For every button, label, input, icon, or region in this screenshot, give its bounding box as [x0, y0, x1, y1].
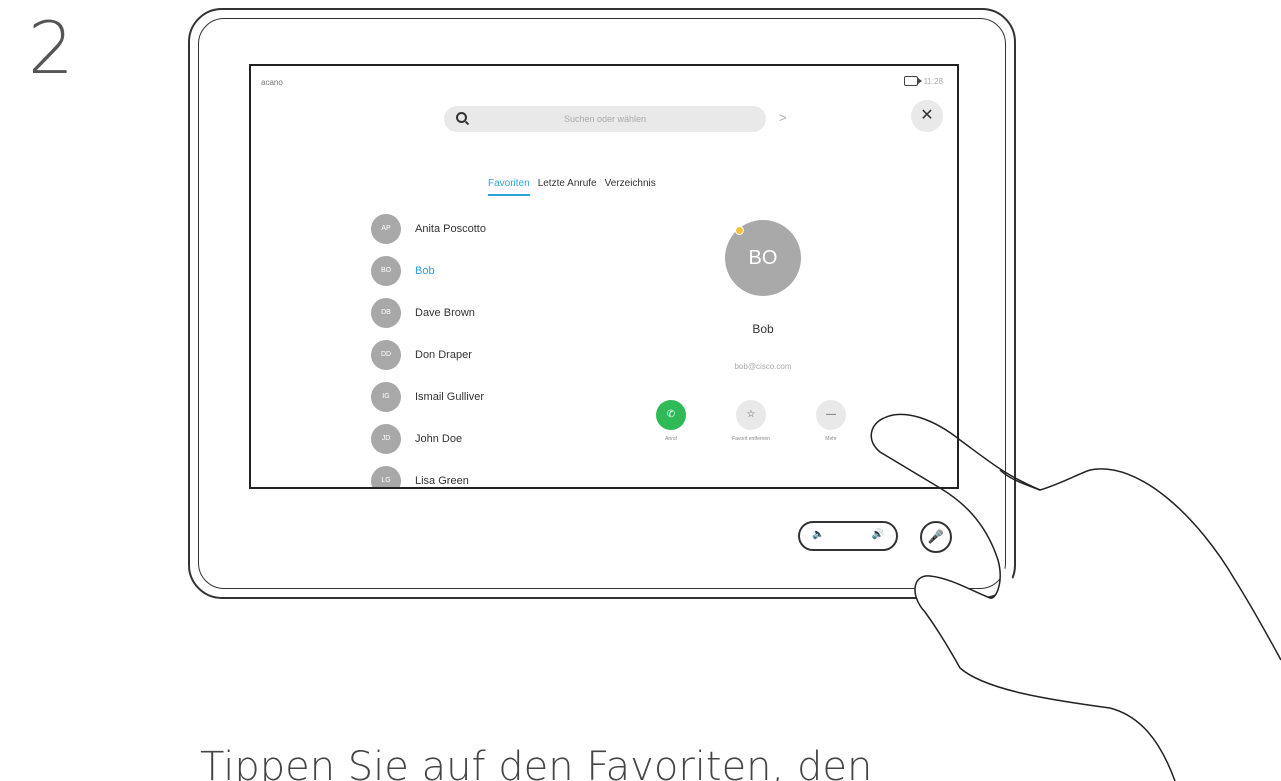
avatar: LG: [371, 466, 401, 487]
tab-favorites[interactable]: Favoriten: [488, 178, 530, 196]
list-item[interactable]: AP Anita Poscotto: [371, 214, 486, 244]
list-item[interactable]: JD John Doe: [371, 424, 462, 454]
more-button[interactable]: — Mehr: [801, 400, 861, 442]
contact-name: Lisa Green: [415, 475, 469, 487]
close-button[interactable]: ✕: [911, 100, 943, 132]
search-placeholder: Suchen oder wählen: [563, 114, 647, 124]
avatar: IG: [371, 382, 401, 412]
list-item[interactable]: BO Bob: [371, 256, 435, 286]
remove-favorite-button[interactable]: ☆ Favorit entfernen: [721, 400, 781, 442]
list-item[interactable]: DD Don Draper: [371, 340, 472, 370]
tab-directory[interactable]: Verzeichnis: [605, 178, 656, 196]
list-item[interactable]: DB Dave Brown: [371, 298, 475, 328]
volume-down-icon[interactable]: 🔈: [812, 529, 824, 540]
step-number: 2: [28, 6, 74, 90]
instruction-caption: Tippen Sie auf den Favoriten, den: [200, 744, 873, 781]
system-name: acano: [261, 78, 283, 87]
presence-indicator: [735, 226, 744, 235]
contact-detail-name: Bob: [752, 322, 774, 336]
call-button[interactable]: ✆ Anruf: [641, 400, 701, 442]
more-icon: —: [816, 400, 846, 430]
call-icon: ✆: [656, 400, 686, 430]
list-item[interactable]: LG Lisa Green: [371, 466, 469, 487]
avatar: DB: [371, 298, 401, 328]
tab-recent-calls[interactable]: Letzte Anrufe: [538, 178, 597, 196]
tab-bar: Favoriten Letzte Anrufe Verzeichnis: [488, 178, 656, 196]
status-bar: 11:28: [903, 76, 943, 86]
remove-favorite-label: Favorit entfernen: [732, 436, 770, 442]
call-label: Anruf: [665, 436, 677, 442]
avatar: AP: [371, 214, 401, 244]
list-item[interactable]: IG Ismail Gulliver: [371, 382, 484, 412]
avatar: DD: [371, 340, 401, 370]
more-label: Mehr: [825, 436, 837, 442]
microphone-mute-button[interactable]: 🎤: [920, 521, 952, 553]
contact-name: John Doe: [415, 433, 463, 445]
contact-name: Anita Poscotto: [415, 223, 486, 235]
avatar: JD: [371, 424, 401, 454]
search-input[interactable]: Suchen oder wählen: [444, 106, 766, 132]
contact-name: Bob: [415, 265, 435, 277]
contact-name: Dave Brown: [415, 307, 475, 319]
avatar: BO: [371, 256, 401, 286]
camera-icon[interactable]: [903, 76, 922, 86]
clock: 11:28: [923, 76, 943, 86]
contact-detail-email: bob@cisco.com: [734, 362, 792, 371]
chevron-right-icon[interactable]: >: [779, 110, 787, 125]
volume-up-icon[interactable]: 🔊: [872, 529, 884, 540]
contact-name: Ismail Gulliver: [415, 391, 485, 403]
touch-screen: acano 11:28 Suchen oder wählen > ✕ Favor…: [249, 64, 959, 489]
contact-name: Don Draper: [415, 349, 472, 361]
star-icon: ☆: [736, 400, 766, 430]
volume-control[interactable]: 🔈 🔊: [798, 521, 898, 551]
